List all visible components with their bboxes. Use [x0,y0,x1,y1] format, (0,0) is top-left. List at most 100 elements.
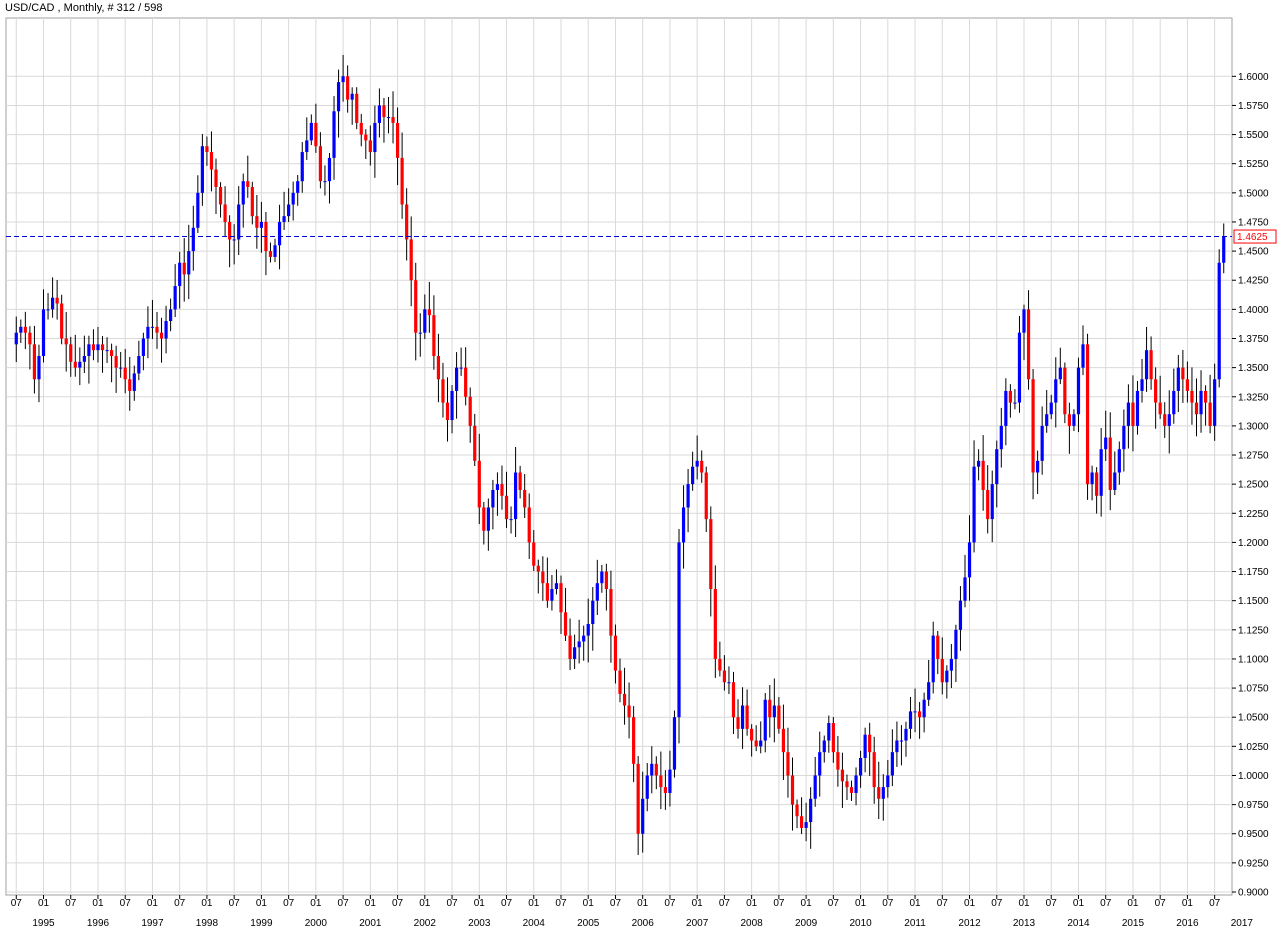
candle-up [1054,379,1058,403]
candle-down [1085,344,1090,485]
x-month-label: 07 [446,898,458,909]
candle-down [613,635,618,671]
y-tick-label: 1.0500 [1238,713,1269,724]
x-month-label: 01 [692,898,704,909]
candle-up [554,583,559,590]
candle-up [200,146,204,193]
candle-up [809,798,813,823]
candle-up [1058,367,1062,380]
candle-up [41,309,46,356]
x-year-label: 1996 [87,918,110,929]
candle-up [972,466,976,543]
candle-down [754,740,758,747]
x-month-label: 01 [201,898,213,909]
x-year-label: 2000 [305,918,328,929]
candle-up [740,705,745,729]
x-year-label: 2007 [686,918,709,929]
x-month-label: 07 [392,898,404,909]
y-tick-label: 1.6000 [1238,72,1269,83]
x-month-label: 01 [1073,898,1085,909]
x-month-label: 01 [583,898,595,909]
candle-down [872,752,876,788]
candle-up [600,571,604,584]
candle-up [958,600,963,630]
candle-up [232,239,236,241]
candle-up [241,181,245,205]
candle-up [459,367,463,369]
candle-up [509,519,513,521]
x-month-label: 07 [828,898,840,909]
candle-up [1013,402,1017,404]
candle-up [37,355,41,380]
candle-up [1017,332,1022,403]
candle-up [164,321,168,339]
candle-up [1172,390,1176,415]
candle-down [400,157,404,205]
candle-up [46,309,50,311]
x-month-label: 07 [610,898,622,909]
candle-down [441,379,445,403]
x-month-label: 01 [1182,898,1194,909]
candle-down [1190,390,1194,403]
candle-down [1031,379,1035,473]
candle-up [550,589,554,601]
candle-down [432,315,436,356]
candle-down [936,635,940,659]
candle-up [645,775,649,799]
y-tick-label: 1.4500 [1238,247,1269,258]
candle-up [681,507,686,543]
candle-up [173,286,177,310]
x-month-label: 07 [937,898,949,909]
y-tick-label: 1.5000 [1238,188,1269,199]
x-month-label: 01 [1127,898,1139,909]
y-tick-label: 1.1750 [1238,567,1269,578]
candle-down [223,204,227,222]
candle-up [1036,460,1040,473]
candle-up [137,355,141,374]
candle-down [218,187,223,205]
candle-up [995,449,999,485]
y-tick-label: 1.5500 [1238,130,1269,141]
y-tick-label: 1.0000 [1238,771,1269,782]
y-tick-label: 1.1000 [1238,654,1269,665]
candle-down [382,105,386,118]
candle-up [1072,414,1076,426]
x-month-label: 07 [882,898,894,909]
candle-up [818,752,822,776]
candle-down [659,775,663,788]
candle-down [1131,402,1135,426]
x-month-label: 01 [38,898,50,909]
x-month-label: 01 [855,898,867,909]
candle-down [159,332,164,339]
candle-up [87,344,91,356]
candlestick-chart: 1.6000 1.5750 1.5500 1.5250 1.5000 1.4750 1.45… [5,17,1277,929]
candle-up [686,484,690,508]
candle-up [187,251,191,275]
candle-down [636,763,640,834]
candle-up [491,489,495,508]
candle-up [922,699,926,718]
candle-down [799,816,804,828]
y-tick-label: 1.5250 [1238,159,1269,170]
candle-up [1140,379,1144,391]
candle-down [23,326,27,333]
candle-up [1117,449,1121,473]
candle-down [477,460,481,508]
candle-down [523,489,527,508]
candle-down [391,117,395,123]
candle-down [182,262,186,275]
x-year-label: 1995 [32,918,55,929]
candle-down [527,507,531,543]
candle-down [731,682,736,718]
candle-down [713,589,717,659]
candle-up [1176,367,1180,391]
candle-down [464,367,468,397]
y-tick-label: 1.2250 [1238,509,1269,520]
x-year-label: 2014 [1067,918,1090,929]
candle-down [722,670,727,683]
y-tick-label: 1.4250 [1238,276,1269,287]
x-year-label: 2006 [632,918,655,929]
candle-down [795,804,799,817]
candle-up [196,192,200,228]
candle-up [82,355,86,362]
